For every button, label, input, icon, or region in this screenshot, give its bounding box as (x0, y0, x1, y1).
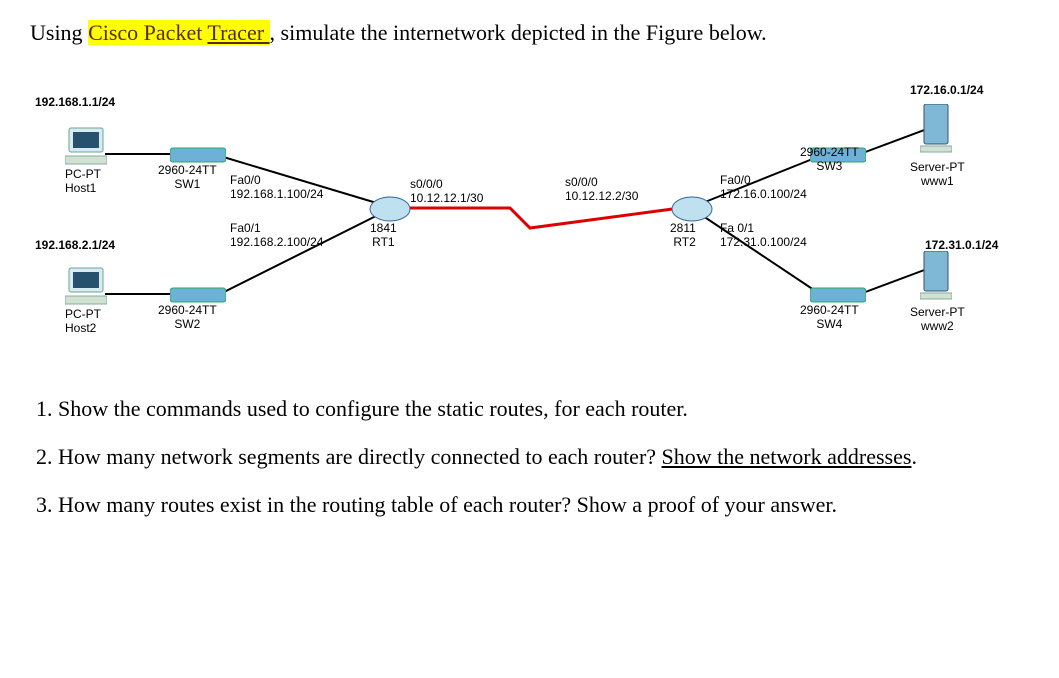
host2-type: PC-PT (65, 307, 101, 321)
host1-label: PC-PT Host1 (65, 168, 101, 196)
rt1-fa01-ip: 192.168.2.100/24 (230, 235, 323, 249)
rt2-fa00-if: Fa0/0 (720, 173, 751, 187)
sw1-label: 2960-24TT SW1 (158, 164, 217, 192)
rt2-fa00-ip: 172.16.0.100/24 (720, 187, 807, 201)
intro-highlight-tracer: Tracer (207, 20, 269, 45)
host2-label: PC-PT Host2 (65, 308, 101, 336)
server-www2-icon (920, 251, 952, 301)
rt1-model: 1841 (370, 221, 397, 235)
intro-comma: , (270, 20, 281, 45)
pc-host1-icon (65, 126, 107, 166)
sw4-name: SW4 (816, 317, 842, 331)
rt2-fa00-label: Fa0/0 172.16.0.100/24 (720, 174, 807, 202)
question-3-text: How many routes exist in the routing tab… (58, 492, 837, 517)
server-www1-icon (920, 104, 952, 154)
question-1-text: Show the commands used to configure the … (58, 396, 688, 421)
rt2-fa01-if: Fa 0/1 (720, 221, 754, 235)
rt2-fa01-ip: 172.31.0.100/24 (720, 235, 807, 249)
rt1-name: RT1 (372, 235, 394, 249)
sw4-model: 2960-24TT (800, 303, 859, 317)
intro-text: Using Cisco Packet Tracer , simulate the… (30, 20, 1029, 46)
rt1-fa00-ip: 192.168.1.100/24 (230, 187, 323, 201)
sw4-label: 2960-24TT SW4 (800, 304, 859, 332)
pc-host2-icon (65, 266, 107, 306)
questions-block: Show the commands used to configure the … (30, 396, 1029, 518)
sw3-name: SW3 (816, 159, 842, 173)
question-1: Show the commands used to configure the … (58, 396, 1029, 422)
question-3: How many routes exist in the routing tab… (58, 492, 1029, 518)
host1-name: Host1 (65, 181, 96, 195)
www1-label: Server-PT www1 (910, 161, 965, 189)
host2-name: Host2 (65, 321, 96, 335)
www2-name: www2 (921, 319, 954, 333)
www1-type: Server-PT (910, 160, 965, 174)
net-label-192-168-2: 192.168.2.1/24 (35, 239, 115, 253)
rt2-model: 2811 (670, 221, 696, 235)
intro-highlight-cisco: Cisco Packet (88, 20, 207, 45)
rt1-fa01-label: Fa0/1 192.168.2.100/24 (230, 222, 323, 250)
rt2-s000-if: s0/0/0 (565, 175, 598, 189)
sw1-model: 2960-24TT (158, 163, 217, 177)
www1-name: www1 (921, 174, 954, 188)
router-rt1-icon (368, 194, 412, 224)
sw2-name: SW2 (174, 317, 200, 331)
rt1-fa00-label: Fa0/0 192.168.1.100/24 (230, 174, 323, 202)
net-label-172-16-0: 172.16.0.1/24 (910, 84, 983, 98)
rt1-fa01-if: Fa0/1 (230, 221, 261, 235)
rt1-s000-ip: 10.12.12.1/30 (410, 191, 483, 205)
rt1-label: 1841 RT1 (370, 222, 397, 250)
host1-type: PC-PT (65, 167, 101, 181)
rt2-fa01-label: Fa 0/1 172.31.0.100/24 (720, 222, 807, 250)
sw3-model: 2960-24TT (800, 145, 859, 159)
sw3-label: 2960-24TT SW3 (800, 146, 859, 174)
intro-prefix: Using (30, 20, 88, 45)
question-2-text-c: . (911, 444, 917, 469)
router-rt2-icon (670, 194, 714, 224)
www2-type: Server-PT (910, 305, 965, 319)
sw2-model: 2960-24TT (158, 303, 217, 317)
rt1-fa00-if: Fa0/0 (230, 173, 261, 187)
question-2-text-b: Show the network addresses (662, 444, 912, 469)
sw1-name: SW1 (174, 177, 200, 191)
rt2-s000-label: s0/0/0 10.12.12.2/30 (565, 176, 638, 204)
intro-rest: simulate the internetwork depicted in th… (281, 20, 767, 45)
rt1-s000-if: s0/0/0 (410, 177, 443, 191)
rt2-label: 2811 RT2 (670, 222, 696, 250)
rt2-name: RT2 (673, 235, 695, 249)
question-2-text-a: How many network segments are directly c… (58, 444, 662, 469)
sw2-label: 2960-24TT SW2 (158, 304, 217, 332)
network-diagram: 192.168.1.1/24 172.16.0.1/24 192.168.2.1… (30, 56, 1030, 336)
net-label-192-168-1: 192.168.1.1/24 (35, 96, 115, 110)
question-2: How many network segments are directly c… (58, 444, 1029, 470)
www2-label: Server-PT www2 (910, 306, 965, 334)
rt2-s000-ip: 10.12.12.2/30 (565, 189, 638, 203)
rt1-s000-label: s0/0/0 10.12.12.1/30 (410, 178, 483, 206)
